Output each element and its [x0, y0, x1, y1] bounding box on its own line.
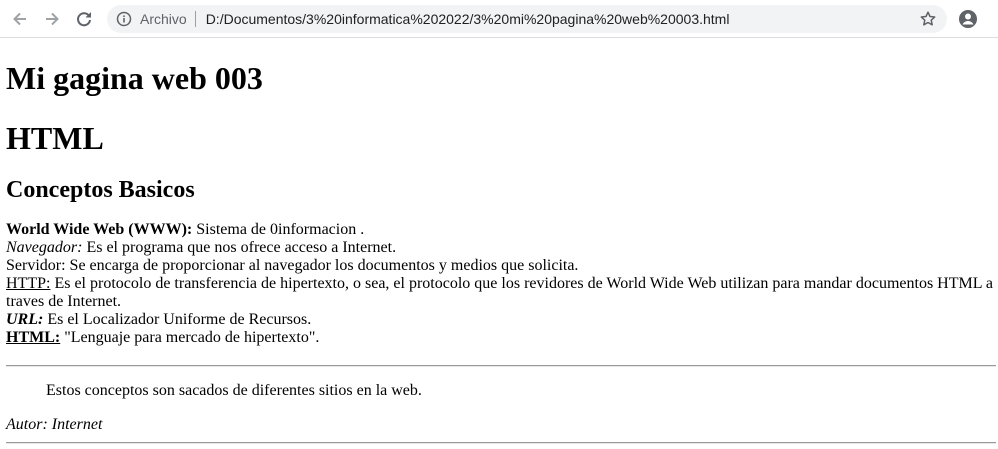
concept-desc: "Lenguaje para mercado de hipertexto". [60, 329, 320, 346]
concept-desc: Sistema de 0informacion . [192, 221, 365, 238]
reload-button[interactable] [72, 7, 96, 31]
scheme-label: Archivo [140, 11, 187, 27]
account-avatar-icon [959, 10, 977, 28]
concept-term: World Wide Web (WWW): [6, 221, 193, 238]
concept-desc: Se encarga de proporcionar al navegador … [65, 257, 579, 274]
concept-servidor: Servidor: Se encarga de proporcionar al … [6, 257, 996, 275]
account-button[interactable] [956, 7, 980, 31]
back-button[interactable] [8, 7, 32, 31]
html-heading: HTML [6, 120, 104, 156]
divider-bottom [6, 442, 996, 444]
concept-desc: Es el protocolo de transferencia de hipe… [6, 275, 994, 310]
back-arrow-icon [13, 12, 26, 26]
concept-term: Servidor: [6, 257, 66, 274]
concept-term: URL: [6, 311, 44, 328]
concept-term: Navegador: [6, 239, 83, 256]
sources-quote: Estos conceptos son sacados de diferente… [46, 382, 422, 399]
bookmark-star-icon[interactable] [919, 10, 937, 33]
forward-arrow-icon [46, 12, 59, 26]
concept-desc: Es el programa que nos ofrece acceso a I… [82, 239, 397, 256]
author-line: Autor: Internet [6, 416, 103, 433]
concept-html: HTML: "Lenguaje para mercado de hipertex… [6, 329, 996, 347]
address-bar[interactable]: Archivo D:/Documentos/3%20informatica%20… [107, 5, 947, 33]
concepts-heading: Conceptos Basicos [6, 177, 195, 203]
concept-term: HTTP: [6, 275, 51, 292]
divider-top [6, 365, 996, 367]
concept-term: HTML: [6, 329, 61, 346]
concept-navegador: Navegador: Es el programa que nos ofrece… [6, 239, 996, 257]
info-icon[interactable] [116, 11, 132, 27]
concept-url: URL: Es el Localizador Uniforme de Recur… [6, 311, 996, 329]
browser-toolbar: Archivo D:/Documentos/3%20informatica%20… [0, 0, 998, 38]
forward-button[interactable] [40, 7, 64, 31]
url-text[interactable]: D:/Documentos/3%20informatica%202022/3%2… [206, 11, 730, 27]
concept-desc: Es el Localizador Uniforme de Recursos. [43, 311, 312, 328]
concept-http: HTTP: Es el protocolo de transferencia d… [6, 275, 996, 311]
reload-icon [77, 12, 91, 27]
concepts-list: World Wide Web (WWW): Sistema de 0inform… [6, 221, 996, 347]
page-title: Mi gagina web 003 [6, 60, 263, 96]
address-separator [194, 11, 196, 27]
concept-www: World Wide Web (WWW): Sistema de 0inform… [6, 221, 996, 239]
